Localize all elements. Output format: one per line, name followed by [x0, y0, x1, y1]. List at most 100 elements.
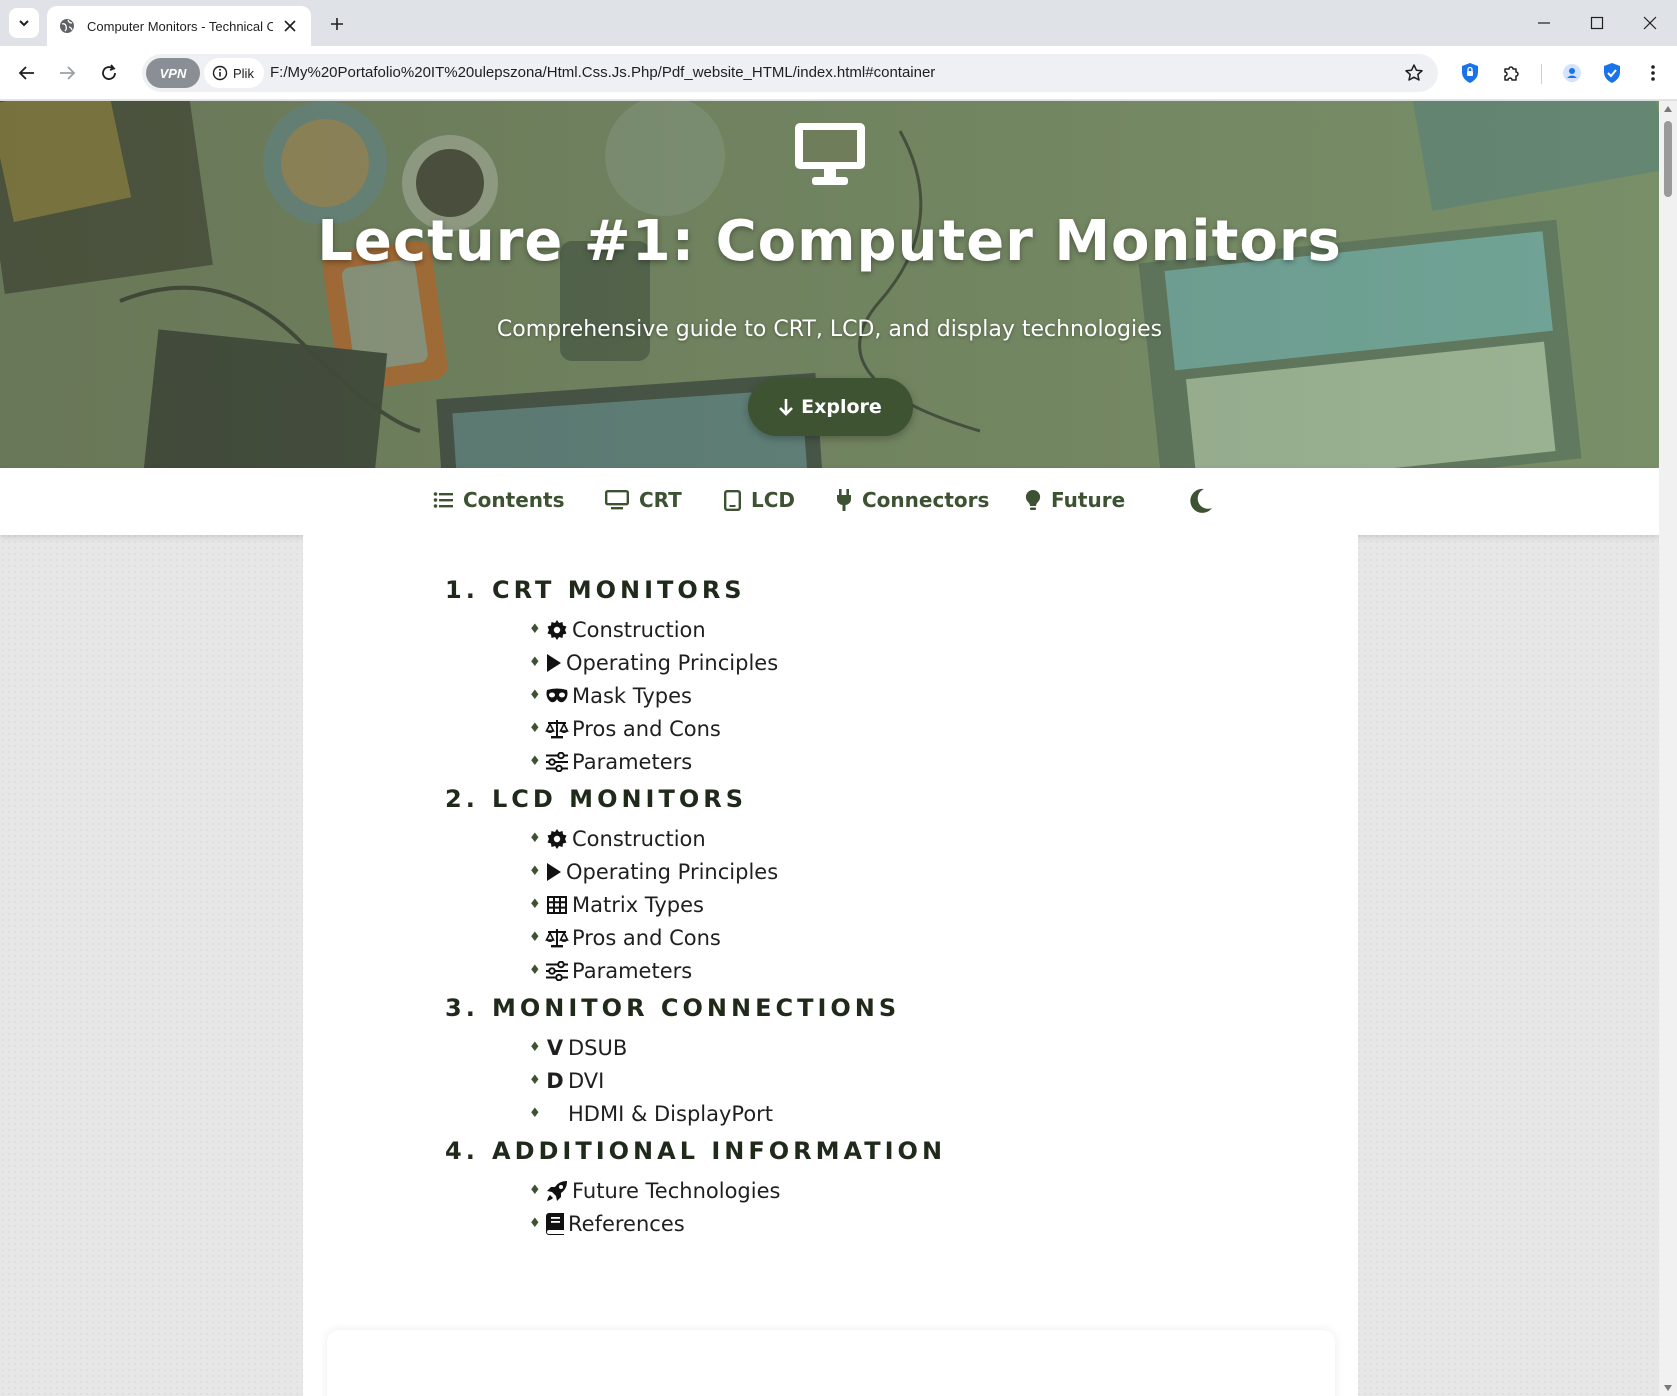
nav-item-label: Contents	[463, 488, 565, 512]
toc-section-title: MONITOR CONNECTIONS	[492, 994, 901, 1022]
lightbulb-icon	[1025, 489, 1041, 510]
url-text[interactable]: F:/My%20Portafolio%20IT%20ulepszona/Html…	[270, 64, 935, 81]
page-scrollbar[interactable]	[1659, 101, 1677, 1396]
scale-icon	[545, 926, 569, 950]
toc-section-heading[interactable]: 1. CRT MONITORS	[445, 573, 946, 607]
nav-item-contents[interactable]: Contents	[433, 488, 564, 512]
toc-item[interactable]: ♦ Future Technologies	[529, 1174, 946, 1207]
toc-sublist: ♦ Construction ♦ Operating Principles ♦ …	[529, 613, 946, 778]
hero-section: Lecture #1: Computer Monitors Comprehens…	[0, 101, 1659, 468]
browser-toolbar: VPN Plik F:/My%20Portafolio%20IT%20uleps…	[0, 46, 1677, 100]
profile-icon	[1563, 64, 1581, 82]
toc-item[interactable]: ♦ HDMI & DisplayPort	[529, 1097, 946, 1130]
vpn-button[interactable]: VPN	[146, 58, 200, 88]
nav-item-lcd[interactable]: LCD	[724, 488, 795, 512]
toc-item[interactable]: ♦ V DSUB	[529, 1031, 946, 1064]
toc-section-heading[interactable]: 3. MONITOR CONNECTIONS	[445, 991, 946, 1025]
toc-item[interactable]: ♦ Matrix Types	[529, 888, 946, 921]
extension-shield-button[interactable]	[1457, 60, 1483, 86]
site-chip-label: Plik	[233, 65, 254, 81]
scroll-down-arrow-icon[interactable]	[1663, 1383, 1673, 1393]
password-manager-button[interactable]	[1599, 60, 1625, 86]
toc-item-label: DVI	[568, 1068, 605, 1093]
sliders-icon	[545, 750, 569, 774]
gear-icon	[545, 827, 569, 851]
toc-item[interactable]: ♦ Parameters	[529, 745, 946, 778]
content-card: 1. CRT MONITORS ♦ Construction ♦ Operati…	[303, 535, 1358, 1396]
nav-item-future[interactable]: Future	[1025, 488, 1125, 512]
toc-item[interactable]: ♦ Construction	[529, 613, 946, 646]
sliders-icon	[545, 959, 569, 983]
profile-button[interactable]	[1559, 60, 1585, 86]
back-button[interactable]	[12, 58, 42, 88]
globe-icon	[59, 17, 77, 35]
toc-item-label: DSUB	[568, 1035, 628, 1060]
puzzle-icon	[1504, 66, 1519, 81]
arrow-down-icon	[779, 399, 794, 416]
nav-item-connectors[interactable]: Connectors	[836, 488, 989, 512]
bookmark-button[interactable]	[1402, 61, 1426, 85]
book-icon	[545, 1212, 565, 1236]
toc-item-label: Parameters	[572, 749, 693, 774]
toc-item[interactable]: ♦ Parameters	[529, 954, 946, 987]
diamond-bullet-icon: ♦	[529, 1040, 541, 1055]
toolbar-divider	[1541, 64, 1542, 84]
blank-icon	[545, 1102, 565, 1126]
list-icon	[433, 492, 453, 508]
play-icon	[545, 860, 563, 884]
toc-section-number: 2.	[445, 785, 479, 813]
close-window-button[interactable]	[1630, 8, 1670, 38]
site-info-chip[interactable]: Plik	[204, 58, 264, 88]
diamond-bullet-icon: ♦	[529, 864, 541, 879]
toc-item[interactable]: ♦ References	[529, 1207, 946, 1240]
info-icon	[212, 65, 228, 81]
tab-search-button[interactable]	[9, 8, 39, 38]
address-bar[interactable]: VPN Plik F:/My%20Portafolio%20IT%20uleps…	[142, 54, 1438, 92]
toc-item[interactable]: ♦ Operating Principles	[529, 646, 946, 679]
scroll-up-arrow-icon[interactable]	[1663, 104, 1673, 114]
toc-item[interactable]: ♦ Pros and Cons	[529, 921, 946, 954]
toc-section-heading[interactable]: 4. ADDITIONAL INFORMATION	[445, 1134, 946, 1168]
toc-item[interactable]: ♦ Pros and Cons	[529, 712, 946, 745]
page-viewport: Lecture #1: Computer Monitors Comprehens…	[0, 101, 1677, 1396]
toc-item-label: Mask Types	[572, 683, 692, 708]
close-icon	[1643, 16, 1657, 30]
toc-item-label: HDMI & DisplayPort	[568, 1101, 774, 1126]
toc-section-heading[interactable]: 2. LCD MONITORS	[445, 782, 946, 816]
toc-section-title: ADDITIONAL INFORMATION	[492, 1137, 947, 1165]
browser-tab-active[interactable]: Computer Monitors - Technical Ov	[47, 6, 311, 46]
section-nav-bar: Contents CRT LCD Connectors Future	[0, 468, 1659, 535]
mask-icon	[545, 684, 569, 708]
scrollbar-thumb[interactable]	[1664, 121, 1672, 197]
new-tab-button[interactable]	[324, 11, 350, 37]
toc-item-label: References	[568, 1211, 685, 1236]
table-of-contents: 1. CRT MONITORS ♦ Construction ♦ Operati…	[445, 573, 946, 1244]
kebab-menu-icon	[1651, 65, 1655, 81]
extensions-button[interactable]	[1498, 60, 1524, 86]
browser-menu-button[interactable]	[1640, 60, 1666, 86]
reload-button[interactable]	[94, 58, 124, 88]
v-letter-icon: V	[546, 1035, 564, 1060]
diamond-bullet-icon: ♦	[529, 1073, 541, 1088]
toc-item[interactable]: ♦ Construction	[529, 822, 946, 855]
maximize-button[interactable]	[1577, 8, 1617, 38]
toc-sublist: ♦ Future Technologies ♦ References	[529, 1174, 946, 1240]
minimize-button[interactable]	[1524, 8, 1564, 38]
diamond-bullet-icon: ♦	[529, 963, 541, 978]
theme-toggle-button[interactable]	[1187, 487, 1215, 515]
chevron-down-icon	[19, 20, 29, 27]
diamond-bullet-icon: ♦	[529, 622, 541, 637]
diamond-bullet-icon: ♦	[529, 930, 541, 945]
nav-item-crt[interactable]: CRT	[605, 488, 682, 512]
arrow-right-icon	[60, 66, 76, 80]
tab-close-button[interactable]	[279, 15, 301, 37]
toc-item[interactable]: ♦ D DVI	[529, 1064, 946, 1097]
explore-button[interactable]: Explore	[748, 378, 913, 436]
toc-item[interactable]: ♦ Operating Principles	[529, 855, 946, 888]
diamond-bullet-icon: ♦	[529, 688, 541, 703]
toc-item[interactable]: ♦ Mask Types	[529, 679, 946, 712]
close-icon	[284, 20, 296, 32]
toc-item-label: Pros and Cons	[572, 716, 721, 741]
forward-button[interactable]	[52, 58, 82, 88]
toc-section-number: 1.	[445, 576, 479, 604]
